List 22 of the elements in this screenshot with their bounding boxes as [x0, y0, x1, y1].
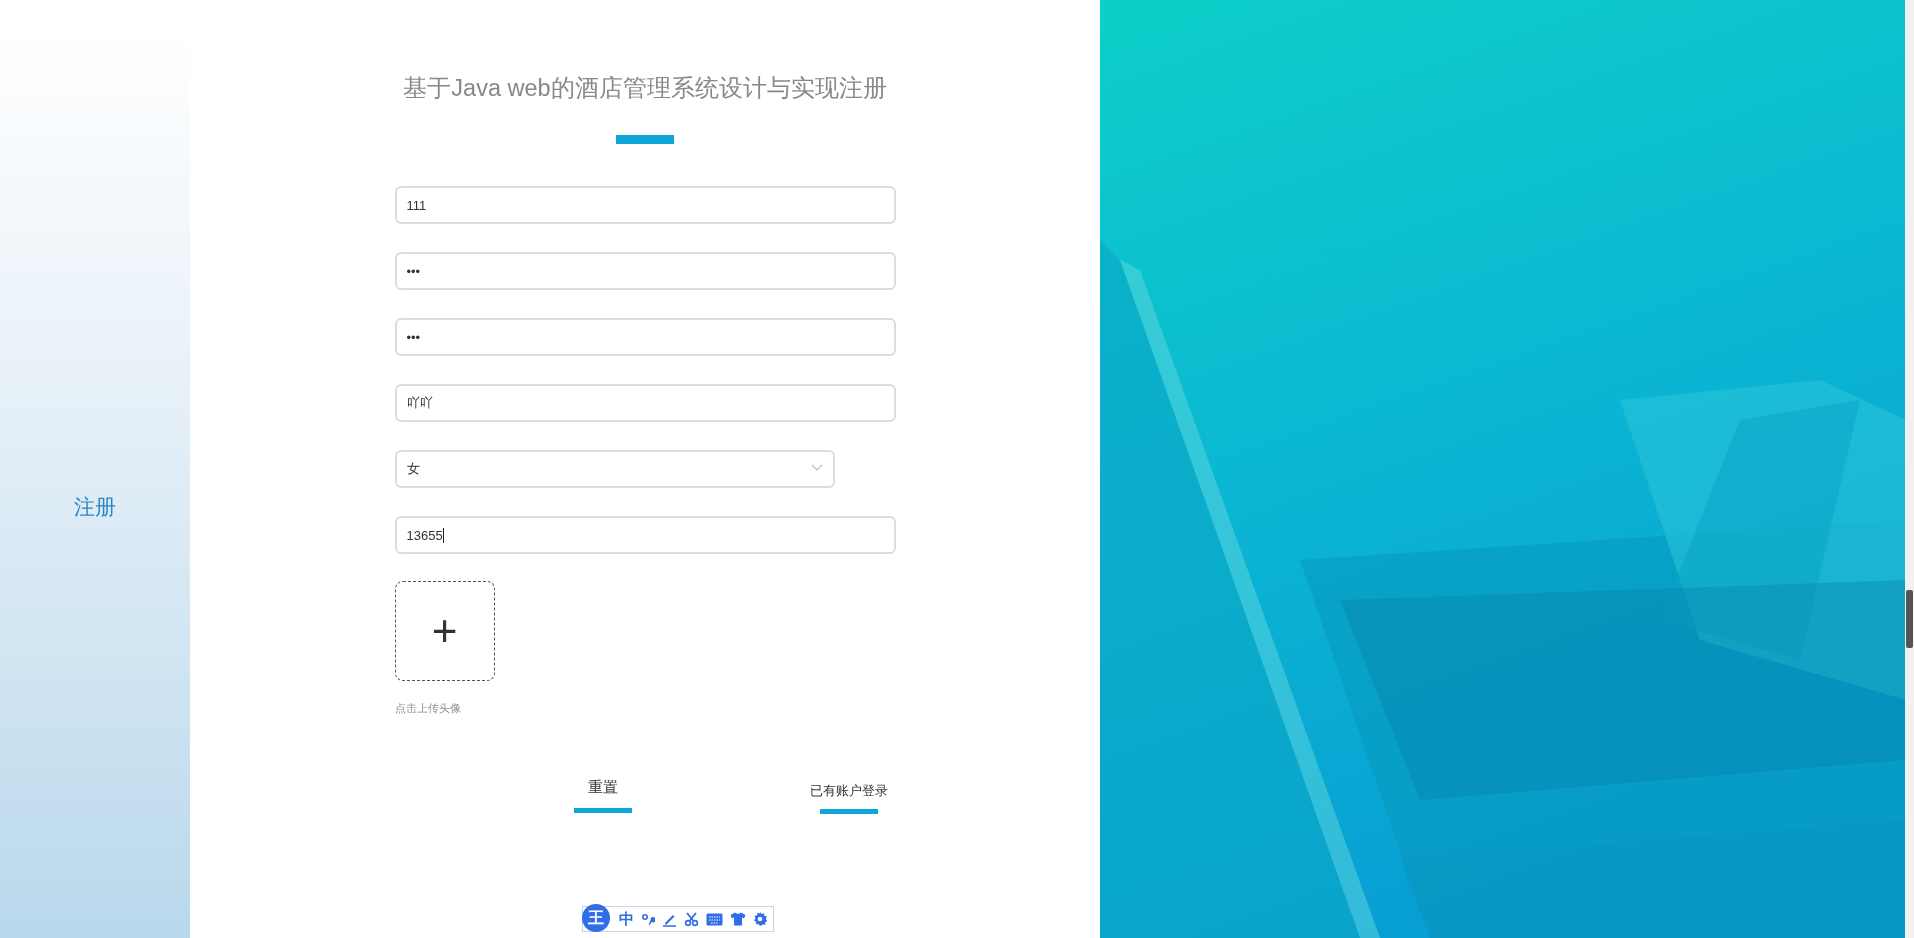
title-underline — [616, 135, 674, 144]
plus-icon: + — [431, 609, 458, 653]
input-field[interactable]: 吖吖 — [394, 384, 896, 422]
gender-select[interactable]: 女 — [394, 450, 835, 488]
upload-hint: 点击上传头像 — [394, 701, 462, 716]
input-field[interactable]: 111 — [394, 186, 896, 224]
reset-button[interactable]: 重置 — [573, 778, 632, 813]
punctuation-icon[interactable] — [641, 912, 655, 926]
input-field[interactable]: 13655 — [394, 516, 896, 554]
password-field[interactable]: ••• — [394, 318, 896, 356]
scissors-icon[interactable] — [684, 911, 699, 927]
password-field[interactable]: ••• — [394, 252, 896, 290]
keyboard-icon[interactable] — [706, 912, 723, 926]
ime-logo[interactable]: 王 — [582, 904, 610, 932]
chevron-down-icon — [810, 464, 823, 472]
login-link[interactable]: 已有账户登录 — [809, 778, 888, 814]
shirt-icon[interactable] — [730, 912, 746, 926]
page-title: 基于Java web的酒店管理系统设计与实现注册 — [402, 74, 888, 102]
upload-button[interactable]: + — [394, 581, 495, 681]
settings-icon[interactable] — [753, 912, 767, 926]
register-label: 注册 — [74, 494, 116, 520]
input-mode-toggle[interactable]: 中 — [619, 909, 634, 929]
